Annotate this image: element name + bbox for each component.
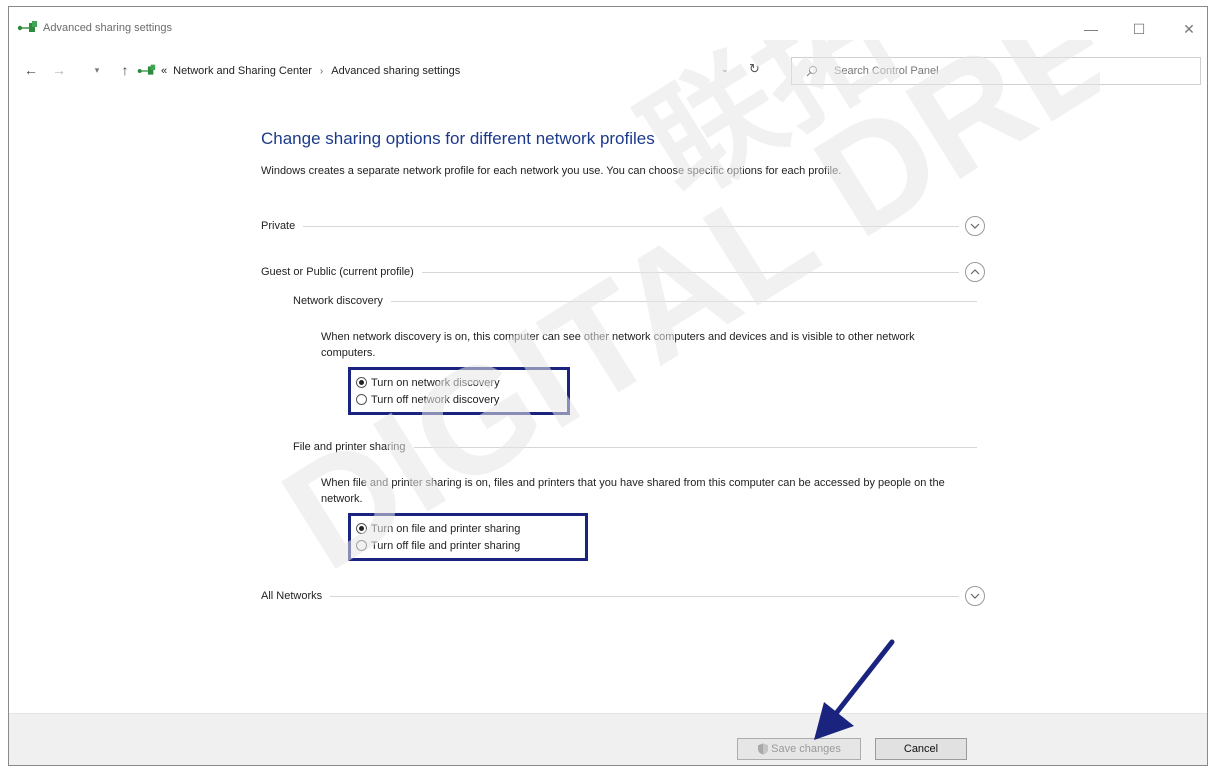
file-printer-sharing-header: File and printer sharing [293,437,977,457]
turn-off-network-discovery-label: Turn off network discovery [371,393,500,406]
turn-on-network-discovery-radio[interactable]: Turn on network discovery [356,374,559,391]
breadcrumb-separator[interactable]: › [320,66,323,77]
profile-guest-public-header[interactable]: Guest or Public (current profile) [261,261,985,283]
turn-on-network-discovery-label: Turn on network discovery [371,376,500,389]
divider [413,446,977,448]
turn-on-file-printer-sharing-label: Turn on file and printer sharing [371,522,521,535]
minimize-button[interactable]: — [1071,15,1111,43]
profile-private-label: Private [261,220,304,232]
file-printer-sharing-label: File and printer sharing [293,441,406,453]
network-discovery-options-highlight: Turn on network discovery Turn off netwo… [348,367,570,415]
search-input[interactable]: Search Control Panel [791,57,1201,85]
divider [390,300,977,302]
network-discovery-header: Network discovery [293,291,977,311]
chevron-up-icon[interactable] [965,262,985,282]
network-discovery-description: When network discovery is on, this compu… [321,331,915,359]
navigation-bar: ← → ▾ ↑ « Network and Sharing Center › A… [9,53,1207,89]
save-changes-label: Save changes [771,743,841,755]
network-discovery-label: Network discovery [293,295,383,307]
shield-icon [758,743,769,755]
profile-guest-public-label: Guest or Public (current profile) [261,266,422,278]
up-button[interactable]: ↑ [115,59,135,81]
profile-private-header[interactable]: Private [261,215,985,237]
intro-text: Windows creates a separate network profi… [261,165,842,177]
turn-off-file-printer-sharing-label: Turn off file and printer sharing [371,539,521,552]
network-icon [17,21,37,32]
profile-all-networks-header[interactable]: All Networks [261,585,985,607]
back-button[interactable]: ← [21,59,41,81]
cancel-button[interactable]: Cancel [875,738,967,760]
file-printer-sharing-options-highlight: Turn on file and printer sharing Turn of… [348,513,588,561]
file-printer-sharing-description: When file and printer sharing is on, fil… [321,477,945,505]
chevron-down-icon[interactable] [965,216,985,236]
turn-on-file-printer-sharing-radio[interactable]: Turn on file and printer sharing [356,520,577,537]
radio-unselected-icon[interactable] [356,540,367,551]
search-placeholder: Search Control Panel [834,65,939,77]
maximize-button[interactable]: ☐ [1119,15,1159,43]
network-icon [137,64,156,75]
chevron-down-icon[interactable] [965,586,985,606]
radio-selected-icon[interactable] [356,377,367,388]
page-title: Change sharing options for different net… [261,129,655,148]
search-icon [806,65,818,77]
divider [421,271,959,273]
save-changes-button[interactable]: Save changes [737,738,861,760]
title-bar: Advanced sharing settings — ☐ ✕ [9,7,1207,47]
profile-all-networks-label: All Networks [261,590,331,602]
window-title: Advanced sharing settings [43,22,173,34]
main-content: Change sharing options for different net… [9,91,1207,713]
close-button[interactable]: ✕ [1169,15,1207,43]
address-bar[interactable]: « Network and Sharing Center › Advanced … [137,57,782,85]
breadcrumb-network-and-sharing-center[interactable]: Network and Sharing Center [173,65,312,77]
cancel-label: Cancel [903,743,939,755]
recent-locations-dropdown[interactable]: ▾ [87,59,107,81]
breadcrumb-overflow[interactable]: « [161,65,167,77]
address-dropdown-icon[interactable]: ⌄ [721,64,729,75]
divider [330,595,959,597]
footer-bar: Save changes Cancel [9,713,1207,765]
app-window: Advanced sharing settings — ☐ ✕ ← → ▾ ↑ … [8,6,1208,766]
radio-selected-icon[interactable] [356,523,367,534]
turn-off-file-printer-sharing-radio[interactable]: Turn off file and printer sharing [356,537,577,554]
forward-button[interactable]: → [49,59,69,81]
refresh-icon[interactable]: ↻ [749,61,760,77]
breadcrumb-advanced-sharing-settings[interactable]: Advanced sharing settings [331,65,460,77]
turn-off-network-discovery-radio[interactable]: Turn off network discovery [356,391,559,408]
divider [303,225,959,227]
radio-unselected-icon[interactable] [356,394,367,405]
